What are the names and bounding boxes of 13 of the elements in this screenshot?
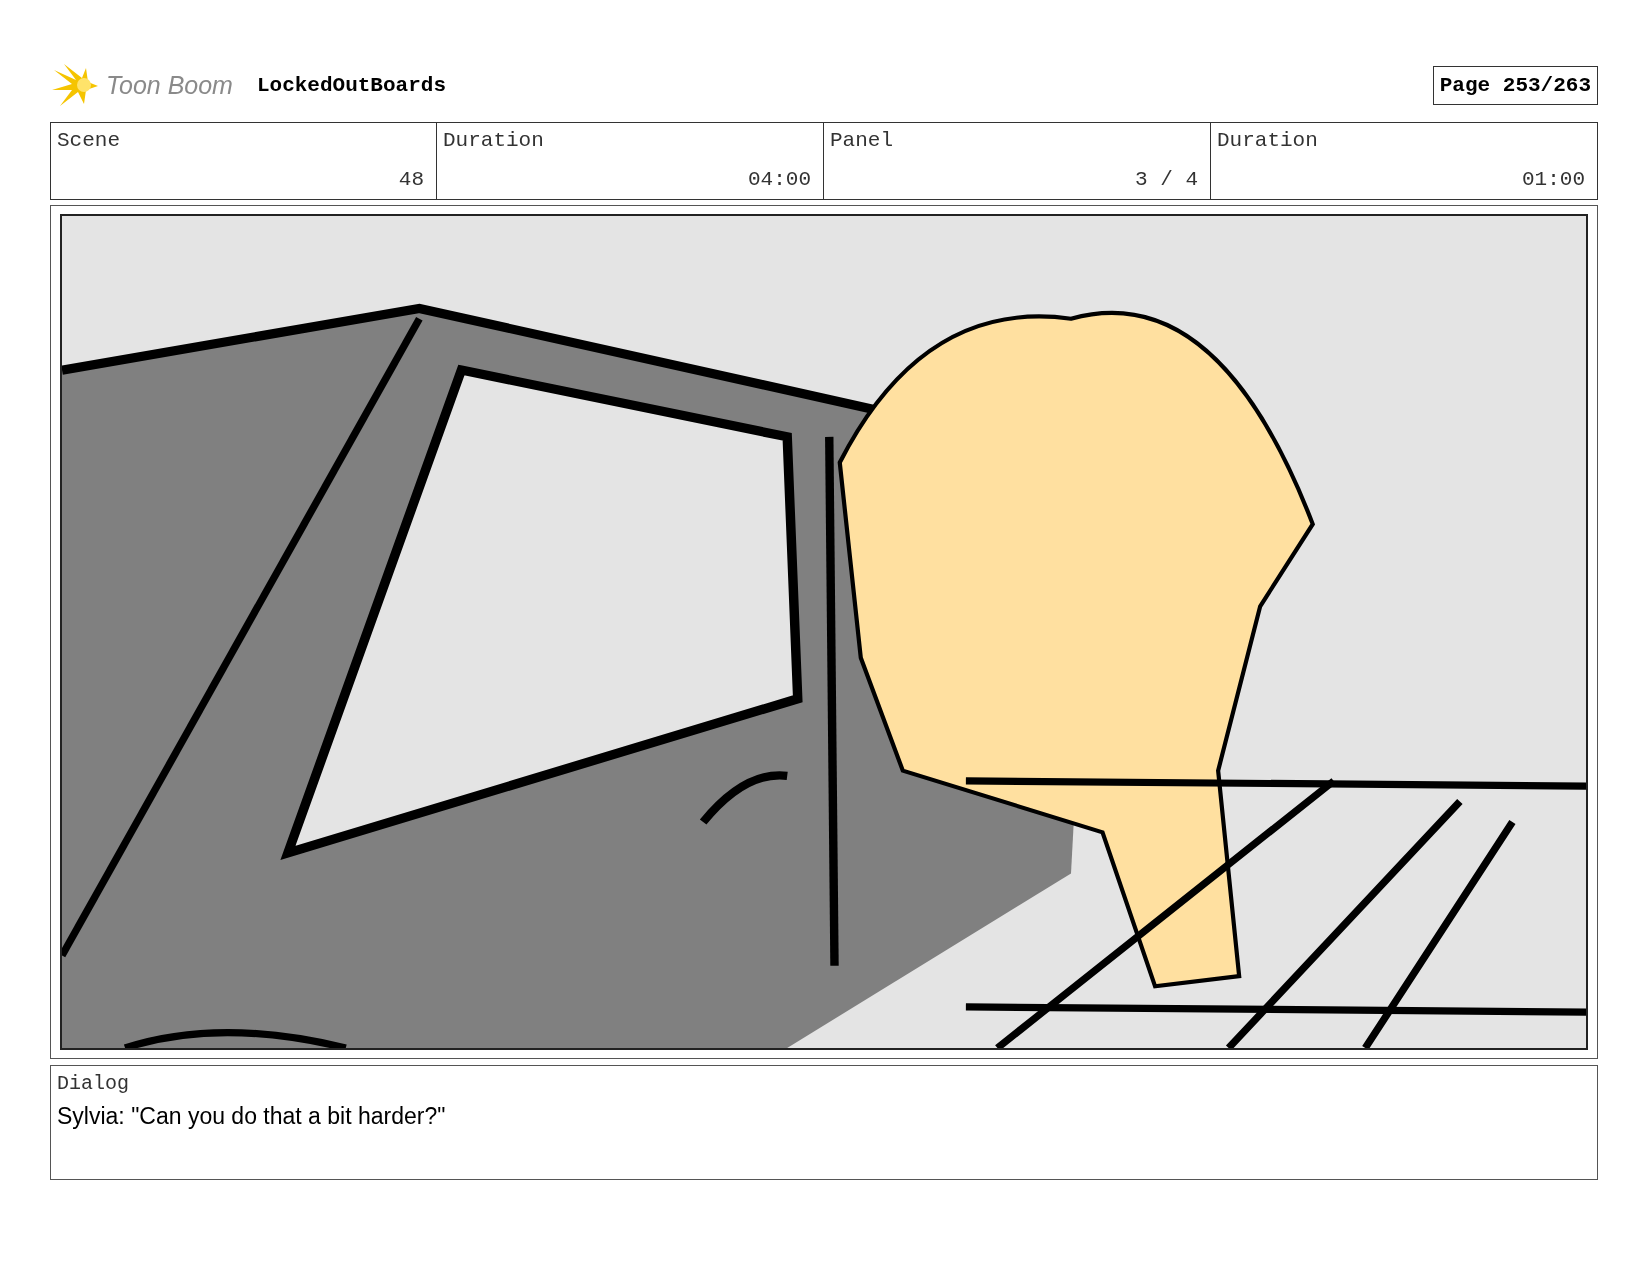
dialog-text: Sylvia: "Can you do that a bit harder?" xyxy=(57,1103,446,1130)
dialog-label: Dialog xyxy=(57,1072,129,1095)
field-label: Duration xyxy=(1217,129,1319,152)
field-value: 3 / 4 xyxy=(1135,168,1198,191)
field-label: Panel xyxy=(830,129,894,152)
field-label: Scene xyxy=(57,129,121,152)
field-value: 01:00 xyxy=(1522,168,1585,191)
logo-text: Toon Boom xyxy=(106,70,233,100)
page-number: Page 253/263 xyxy=(1432,65,1598,105)
field-label: Duration xyxy=(443,129,545,152)
field-value: 48 xyxy=(398,168,424,191)
field-value: 04:00 xyxy=(748,168,811,191)
project-title: LockedOutBoards xyxy=(256,73,446,97)
